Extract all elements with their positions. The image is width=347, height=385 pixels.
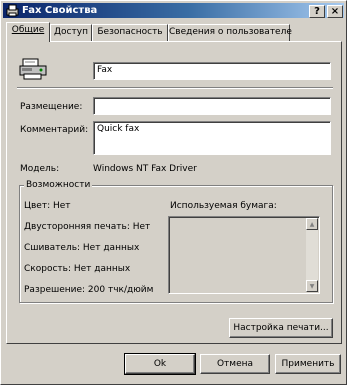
cancel-button[interactable]: Отмена [200,354,270,374]
paper-label: Используемая бумага: [170,201,277,211]
tab-sharing-label: Доступ [54,27,88,37]
printer-name-field[interactable]: Fax [93,62,331,80]
tab-panel-general: Fax Размещение: Комментарий: Quick fax М… [6,41,342,344]
feature-resolution: Разрешение: 200 тчк/дюйм [24,285,154,295]
tab-general-label: Общие [11,25,45,35]
tab-user-info[interactable]: Сведения о пользователе [168,24,292,41]
scroll-up-arrow-icon[interactable]: ▲ [306,218,318,230]
printer-properties-window: Fax Свойства ? × Общие Доступ Безопаснос… [0,0,347,385]
features-group-title: Возможности [24,179,93,191]
scroll-down-arrow-icon[interactable]: ▼ [306,280,318,292]
separator [17,87,333,89]
feature-color: Цвет: Нет [24,201,71,211]
title-bar[interactable]: Fax Свойства ? × [3,3,344,18]
model-value: Windows NT Fax Driver [93,164,197,174]
window-title: Fax Свойства [22,5,98,16]
feature-duplex: Двусторонняя печать: Нет [24,222,151,232]
ok-button[interactable]: Ok [124,353,196,375]
feature-staple: Сшиватель: Нет данных [24,243,140,253]
fax-printer-icon [19,58,49,80]
tab-general[interactable]: Общие [6,22,50,42]
model-label: Модель: [20,164,60,174]
close-button[interactable]: × [327,5,343,18]
apply-button[interactable]: Применить [275,354,341,374]
tab-security-label: Безопасность [97,27,163,37]
location-field[interactable] [93,97,331,115]
paper-listbox[interactable]: ▲ ▼ [168,216,320,294]
help-button[interactable]: ? [309,5,325,18]
comment-label: Комментарий: [20,125,89,135]
tab-sharing[interactable]: Доступ [50,24,92,41]
comment-field[interactable]: Quick fax [93,121,331,155]
printer-icon [6,4,19,17]
paper-listbox-scrollbar[interactable]: ▲ ▼ [306,218,318,292]
tab-user-info-label: Сведения о пользователе [169,27,292,37]
print-preferences-button[interactable]: Настройка печати... [229,318,333,338]
location-label: Размещение: [20,102,83,112]
feature-speed: Скорость: Нет данных [24,264,131,274]
tab-security[interactable]: Безопасность [92,24,168,41]
